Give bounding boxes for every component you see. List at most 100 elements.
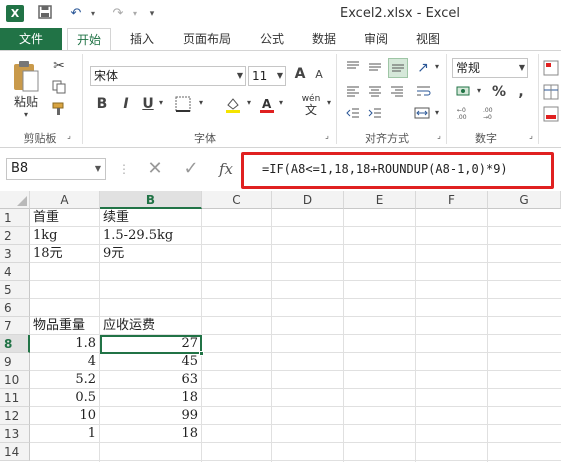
undo-icon[interactable]: ↶ <box>66 5 86 23</box>
orientation-dropdown-icon[interactable]: ▾ <box>432 62 442 78</box>
customize-toolbar-icon[interactable]: ▾ <box>146 5 158 23</box>
cell-a12[interactable]: 10 <box>30 407 100 425</box>
row-header-3[interactable]: 3 <box>0 245 30 263</box>
row-header-12[interactable]: 12 <box>0 407 30 425</box>
decrease-indent-icon[interactable] <box>344 106 362 124</box>
bold-button[interactable]: B <box>94 96 110 114</box>
undo-dropdown-icon[interactable]: ▾ <box>88 5 98 23</box>
cell-b3[interactable]: 9元 <box>100 245 202 263</box>
align-right-icon[interactable] <box>388 84 406 102</box>
cell-b13[interactable]: 18 <box>100 425 202 443</box>
select-all-corner[interactable] <box>0 191 30 209</box>
accounting-format-icon[interactable] <box>454 84 474 102</box>
number-launcher-icon[interactable]: ⌟ <box>526 131 536 140</box>
increase-indent-icon[interactable] <box>366 106 384 124</box>
clipboard-launcher-icon[interactable]: ⌟ <box>64 131 74 140</box>
conditional-formatting-icon[interactable] <box>542 60 560 78</box>
cell-b1[interactable]: 续重 <box>100 209 202 227</box>
font-color-dropdown-icon[interactable]: ▾ <box>276 98 286 114</box>
format-painter-icon[interactable] <box>50 102 68 120</box>
shrink-font-button[interactable]: A <box>312 68 326 84</box>
tab-review[interactable]: 审阅 <box>354 28 398 50</box>
paste-button[interactable]: 粘贴 ▾ <box>8 58 44 119</box>
merge-dropdown-icon[interactable]: ▾ <box>432 108 442 124</box>
cell-a11[interactable]: 0.5 <box>30 389 100 407</box>
column-header-g[interactable]: G <box>488 191 561 209</box>
row-header-14[interactable]: 14 <box>0 443 30 461</box>
tab-formulas[interactable]: 公式 <box>250 28 294 50</box>
row-header-5[interactable]: 5 <box>0 281 30 299</box>
column-header-f[interactable]: F <box>416 191 488 209</box>
font-size-select[interactable]: 11 ▼ <box>248 66 286 86</box>
tab-page-layout[interactable]: 页面布局 <box>172 28 242 50</box>
tab-insert[interactable]: 插入 <box>120 28 164 50</box>
cell-a10[interactable]: 5.2 <box>30 371 100 389</box>
underline-dropdown-icon[interactable]: ▾ <box>156 98 166 114</box>
cell-a7[interactable]: 物品重量 <box>30 317 100 335</box>
cell-b7[interactable]: 应收运费 <box>100 317 202 335</box>
number-format-select[interactable]: 常规 ▼ <box>452 58 528 78</box>
cell-b12[interactable]: 99 <box>100 407 202 425</box>
redo-icon[interactable]: ↷ <box>108 5 128 23</box>
cut-icon[interactable]: ✂ <box>50 58 68 76</box>
cell-a13[interactable]: 1 <box>30 425 100 443</box>
row-header-10[interactable]: 10 <box>0 371 30 389</box>
align-bottom-icon[interactable] <box>388 58 408 78</box>
row-header-8[interactable]: 8 <box>0 335 30 353</box>
cell-a1[interactable]: 首重 <box>30 209 100 227</box>
font-color-icon[interactable]: A <box>258 96 276 116</box>
cell-styles-icon[interactable] <box>542 106 560 124</box>
cancel-icon[interactable]: ✕ <box>144 158 166 180</box>
row-header-11[interactable]: 11 <box>0 389 30 407</box>
tab-data[interactable]: 数据 <box>302 28 346 50</box>
column-header-b[interactable]: B <box>100 191 202 209</box>
merge-center-icon[interactable] <box>412 106 432 124</box>
format-as-table-icon[interactable] <box>542 84 560 102</box>
fill-handle[interactable] <box>199 351 204 356</box>
cell-b9[interactable]: 45 <box>100 353 202 371</box>
tab-home[interactable]: 开始 <box>67 28 111 50</box>
borders-icon[interactable] <box>172 96 194 114</box>
redo-dropdown-icon[interactable]: ▾ <box>130 5 140 23</box>
row-header-7[interactable]: 7 <box>0 317 30 335</box>
copy-icon[interactable] <box>50 80 68 98</box>
comma-style-button[interactable]: , <box>512 84 530 102</box>
alignment-launcher-icon[interactable]: ⌟ <box>434 131 444 140</box>
phonetic-dropdown-icon[interactable]: ▾ <box>324 98 334 114</box>
name-box[interactable]: B8 ▼ <box>6 158 106 180</box>
decrease-decimal-icon[interactable]: .00 →0 <box>482 106 502 124</box>
tab-view[interactable]: 视图 <box>406 28 450 50</box>
phonetic-guide-button[interactable]: wén 文 <box>298 94 324 118</box>
column-header-a[interactable]: A <box>30 191 100 209</box>
cell-b11[interactable]: 18 <box>100 389 202 407</box>
accounting-dropdown-icon[interactable]: ▾ <box>474 86 484 102</box>
row-header-4[interactable]: 4 <box>0 263 30 281</box>
increase-decimal-icon[interactable]: ←0.00 <box>456 106 476 124</box>
align-top-icon[interactable] <box>344 60 362 78</box>
cell-a3[interactable]: 18元 <box>30 245 100 263</box>
borders-dropdown-icon[interactable]: ▾ <box>196 98 206 114</box>
row-header-2[interactable]: 2 <box>0 227 30 245</box>
fill-color-dropdown-icon[interactable]: ▾ <box>244 98 254 114</box>
column-header-c[interactable]: C <box>202 191 272 209</box>
insert-function-icon[interactable]: fx <box>214 158 238 180</box>
row-header-9[interactable]: 9 <box>0 353 30 371</box>
tab-file[interactable]: 文件 <box>0 28 62 50</box>
percent-style-button[interactable]: % <box>490 84 508 102</box>
column-header-e[interactable]: E <box>344 191 416 209</box>
align-left-icon[interactable] <box>344 84 362 102</box>
cell-b10[interactable]: 63 <box>100 371 202 389</box>
grow-font-button[interactable]: A <box>292 66 308 84</box>
underline-button[interactable]: U <box>140 96 156 114</box>
font-name-select[interactable]: 宋体 ▼ <box>90 66 246 86</box>
enter-icon[interactable]: ✓ <box>180 158 202 180</box>
column-header-d[interactable]: D <box>272 191 344 209</box>
align-middle-icon[interactable] <box>366 60 384 78</box>
italic-button[interactable]: I <box>118 96 134 114</box>
row-header-1[interactable]: 1 <box>0 209 30 227</box>
row-header-6[interactable]: 6 <box>0 299 30 317</box>
font-launcher-icon[interactable]: ⌟ <box>322 131 332 140</box>
cell-a9[interactable]: 4 <box>30 353 100 371</box>
cell-a8[interactable]: 1.8 <box>30 335 100 353</box>
save-icon[interactable] <box>36 5 54 23</box>
